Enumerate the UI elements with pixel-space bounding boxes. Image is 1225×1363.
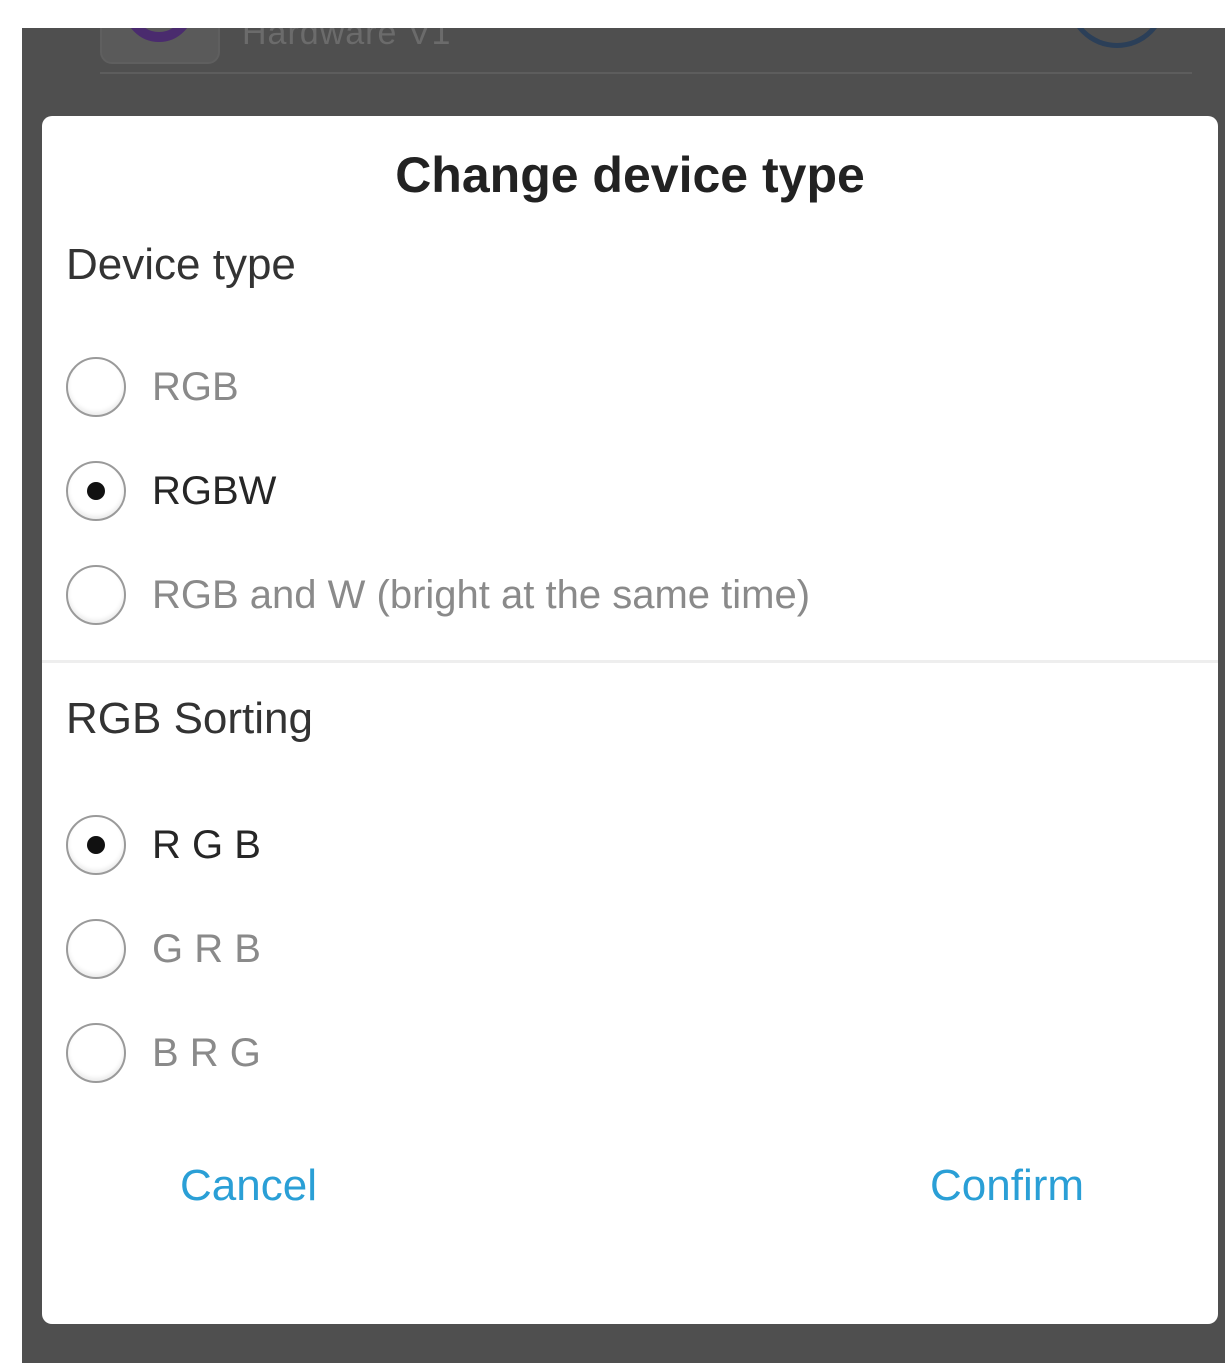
background-hardware-label: Hardware V1 <box>242 28 452 52</box>
rgb-sorting-option-rgb[interactable]: R G B <box>66 812 261 878</box>
change-device-type-dialog: Change device type Device type RGB RGBW … <box>42 116 1218 1324</box>
device-frame: Hardware V1 Change device type Device ty… <box>0 0 1225 1363</box>
radio-icon[interactable] <box>66 357 126 417</box>
radio-icon[interactable] <box>66 1023 126 1083</box>
section-divider <box>42 660 1218 663</box>
rgb-sorting-label: RGB Sorting <box>66 694 313 743</box>
background-divider <box>100 72 1192 74</box>
confirm-button[interactable]: Confirm <box>930 1161 1084 1211</box>
radio-dot-icon <box>87 836 105 854</box>
option-label: RGB and W (bright at the same time) <box>152 572 811 617</box>
radio-icon[interactable] <box>66 565 126 625</box>
option-label: RGBW <box>152 468 277 513</box>
rgb-sorting-option-brg[interactable]: B R G <box>66 1020 261 1086</box>
option-label: RGB <box>152 364 239 409</box>
ring-icon <box>124 28 194 42</box>
device-logo-icon <box>100 28 220 64</box>
option-label: G R B <box>152 926 261 971</box>
radio-dot-icon <box>87 482 105 500</box>
device-type-option-rgbw[interactable]: RGBW <box>66 458 276 524</box>
radio-selected-icon[interactable] <box>66 461 126 521</box>
app-screen: Hardware V1 Change device type Device ty… <box>22 28 1225 1363</box>
background-device-row: Hardware V1 <box>22 28 1225 108</box>
option-label: R G B <box>152 822 261 867</box>
option-label: B R G <box>152 1030 261 1075</box>
rgb-sorting-option-grb[interactable]: G R B <box>66 916 261 982</box>
device-type-label: Device type <box>66 240 296 289</box>
device-type-option-rgb-and-w[interactable]: RGB and W (bright at the same time) <box>66 562 810 628</box>
cancel-button[interactable]: Cancel <box>180 1161 317 1211</box>
radio-selected-icon[interactable] <box>66 815 126 875</box>
radio-icon[interactable] <box>66 919 126 979</box>
background-circle-icon <box>1067 28 1167 48</box>
device-type-option-rgb[interactable]: RGB <box>66 354 239 420</box>
dialog-title: Change device type <box>395 147 865 203</box>
